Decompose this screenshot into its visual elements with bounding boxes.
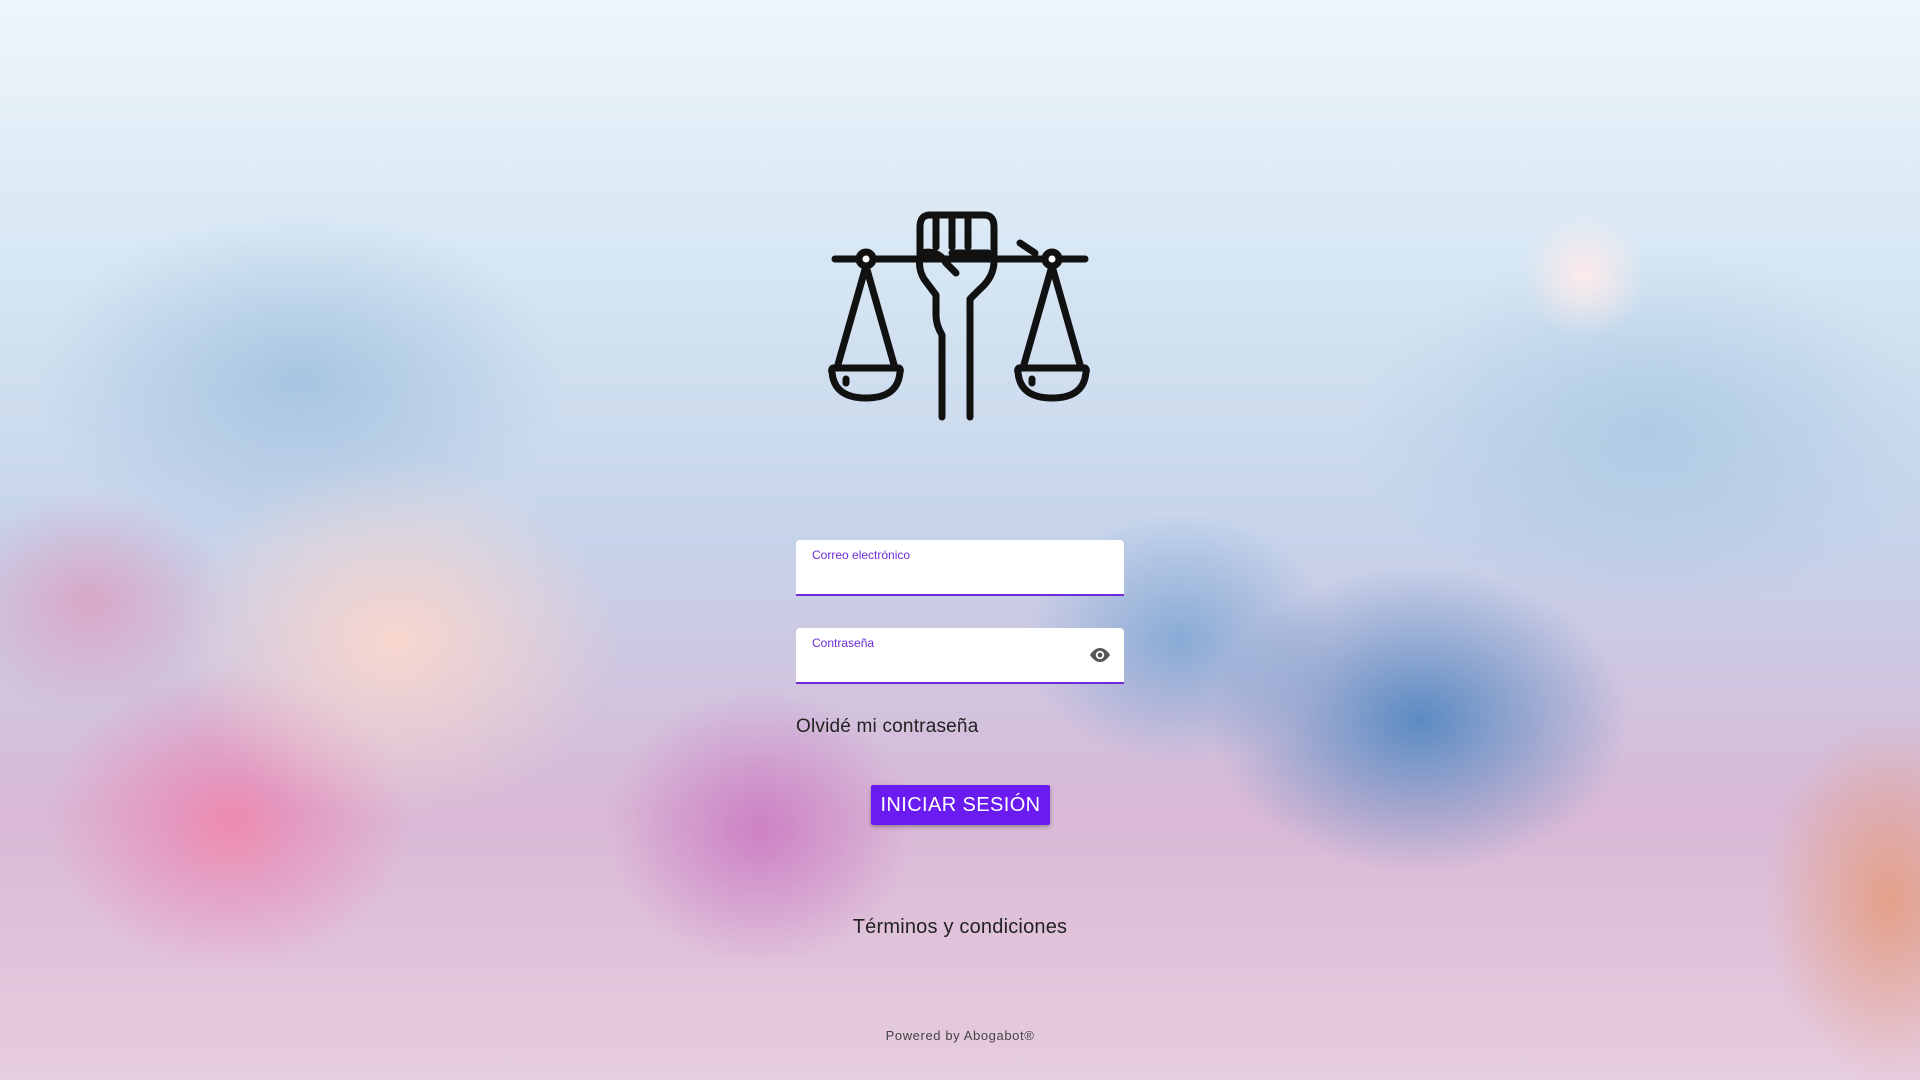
- email-label: Correo electrónico: [812, 548, 911, 562]
- password-label: Contraseña: [812, 636, 875, 650]
- powered-by-text: Powered by Abogabot®: [885, 1028, 1035, 1043]
- brand-logo: [820, 165, 1100, 475]
- email-input[interactable]: [812, 566, 1092, 588]
- password-field[interactable]: Contraseña: [796, 628, 1124, 684]
- password-input[interactable]: [812, 654, 1052, 676]
- scales-of-justice-logo-graphic: [828, 211, 1090, 421]
- terms-container: Términos y condiciones: [0, 916, 1920, 939]
- forgot-password-link[interactable]: Olvidé mi contraseña: [796, 716, 978, 738]
- eye-icon[interactable]: [1088, 645, 1112, 665]
- terms-link[interactable]: Términos y condiciones: [853, 916, 1068, 938]
- login-button[interactable]: INICIAR SESIÓN: [871, 785, 1050, 825]
- email-field[interactable]: Correo electrónico: [796, 540, 1124, 596]
